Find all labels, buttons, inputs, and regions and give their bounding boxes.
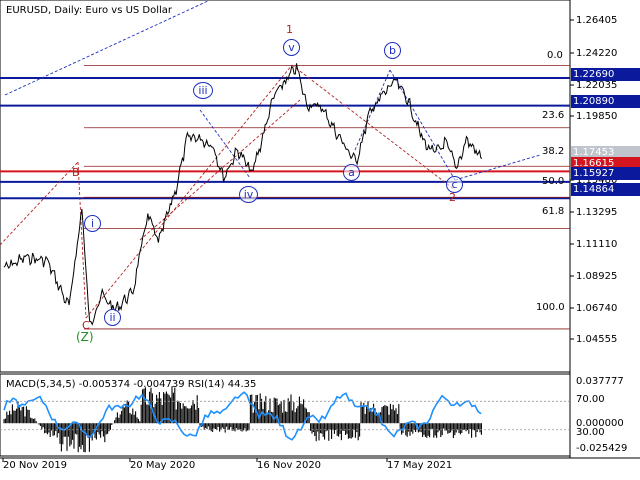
fib-label: 0.0 [547, 50, 563, 61]
wave-circle-iv: iv [239, 186, 258, 203]
date-label: 20 Nov 2019 [3, 460, 68, 471]
fib-label: 38.2 [542, 146, 565, 157]
date-label: 17 May 2021 [387, 460, 453, 471]
wave-label-2: 2 [449, 191, 456, 204]
wave-circle-ii: ii [104, 309, 121, 326]
price-tick: 1.24220 [576, 48, 618, 59]
price-tick: 1.22035 [576, 80, 618, 91]
level-label-2: 1.20890 [571, 95, 640, 108]
wave-label-b: B [72, 166, 80, 179]
fib-label: 23.6 [542, 110, 565, 121]
wave-label-z: (Z) [76, 330, 94, 344]
wave-circle-iii: iii [193, 82, 213, 99]
fib-label: 100.0 [536, 302, 565, 313]
indicator-title: MACD(5,34,5) -0.005374 -0.004739 RSI(14)… [6, 379, 257, 390]
date-label: 20 May 2020 [130, 460, 196, 471]
wave-circle-i: i [84, 215, 101, 232]
wave-circle-b: b [384, 42, 401, 59]
macd-tick: 0.037777 [576, 376, 624, 387]
macd-tick: 30.00 [576, 427, 605, 438]
price-tick: 1.06740 [576, 303, 618, 314]
macd-tick: -0.025429 [576, 443, 628, 454]
macd-tick: 70.00 [576, 394, 605, 405]
price-tick: 1.19850 [576, 111, 618, 122]
price-tick: 1.11110 [576, 239, 618, 250]
chart-title: EURUSD, Daily: Euro vs US Dollar [6, 5, 173, 16]
price-tick: 1.13295 [576, 207, 618, 218]
date-label: 16 Nov 2020 [257, 460, 322, 471]
level-label-4: 1.14864 [571, 183, 640, 196]
price-tick: 1.04555 [576, 334, 618, 345]
price-tick: 1.26405 [576, 15, 618, 26]
fib-label: 61.8 [542, 206, 565, 217]
main-chart-frame [0, 0, 571, 373]
wave-circle-a: a [343, 164, 360, 181]
wave-label-1: 1 [286, 23, 293, 36]
level-label-1: 1.22690 [571, 68, 640, 81]
price-tick: 1.08925 [576, 271, 618, 282]
wave-circle-v: v [283, 39, 300, 56]
level-label-3: 1.15927 [571, 167, 640, 180]
wave-circle-c: c [446, 176, 463, 193]
price-chart[interactable] [0, 0, 640, 480]
fib-label: 50.0 [542, 176, 565, 187]
